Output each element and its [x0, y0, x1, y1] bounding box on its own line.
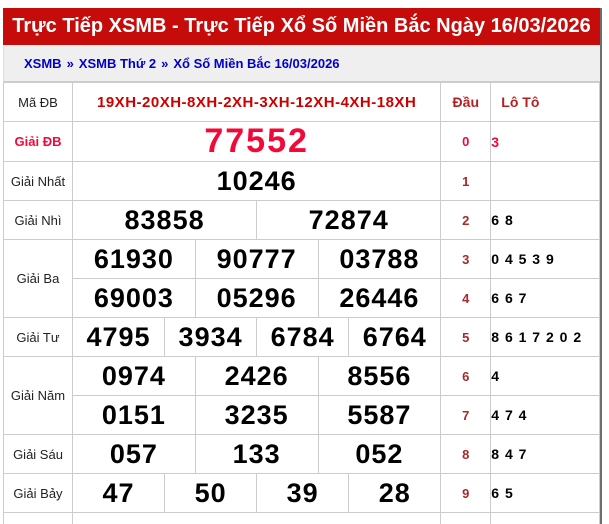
prize-number: 3934 [164, 317, 258, 357]
prize-number: 5587 [317, 395, 442, 435]
dau-digit: 4 [440, 278, 492, 318]
loto-values: 4 7 4 [490, 395, 600, 435]
prize-label: Giải Nhì [3, 200, 73, 240]
prize-row-special: Giải ĐB 77552 0 3 [3, 121, 600, 162]
dau-digit: 8 [440, 434, 492, 474]
prize-row-second: Giải Nhì 83858 72874 2 6 8 [3, 200, 600, 240]
dau-digit: 6 [440, 356, 492, 396]
dau-digit: 9 [440, 473, 492, 513]
loto-column-header: Lô Tô [490, 82, 600, 122]
dau-digit: 0 [440, 121, 492, 162]
partial-cell [440, 512, 492, 524]
loto-values: 4 [490, 356, 600, 396]
loto-values: 8 6 1 7 2 0 2 [490, 317, 600, 357]
prize-row-fourth: Giải Tư 4795 3934 6784 6764 5 8 6 1 7 2 … [3, 317, 600, 357]
prize-number: 61930 [72, 239, 196, 279]
prize-row-fifth-2: 0151 3235 5587 7 4 7 4 [4, 395, 600, 435]
prize-label: Giải ĐB [3, 121, 73, 162]
prize-number: 052 [317, 434, 442, 474]
prize-row-first: Giải Nhất 10246 1 [3, 161, 600, 201]
prize-number: 39 [256, 473, 350, 513]
prize-number: 0151 [72, 395, 196, 435]
page-title: Trực Tiếp XSMB - Trực Tiếp Xổ Số Miền Bắ… [3, 8, 600, 45]
prize-row-third-1: Giải Ba 61930 90777 03788 3 0 4 5 3 9 [3, 239, 600, 318]
dau-digit: 5 [440, 317, 492, 357]
prize-row-seventh: Giải Bảy 47 50 39 28 9 6 5 [3, 473, 600, 513]
prize-number: 133 [194, 434, 319, 474]
prize-label: Giải Bảy [3, 473, 73, 513]
prize-number: 47 [71, 473, 166, 513]
prize-label: Giải Ba [3, 239, 73, 318]
prize-number: 6764 [348, 317, 442, 357]
loto-values [490, 161, 600, 201]
partial-row [3, 512, 600, 524]
results-table: Mã ĐB 19XH-20XH-8XH-2XH-3XH-12XH-4XH-18X… [3, 82, 600, 524]
loto-values: 6 6 7 [490, 278, 600, 318]
prize-number: 83858 [71, 200, 258, 240]
prize-number: 0974 [72, 356, 196, 396]
prize-number: 057 [72, 434, 196, 474]
prize-label: Giải Nhất [3, 161, 73, 201]
prize-number: 26446 [317, 278, 442, 318]
special-code: 19XH-20XH-8XH-2XH-3XH-12XH-4XH-18XH [71, 82, 442, 122]
loto-values: 3 [490, 121, 600, 162]
prize-number: 28 [348, 473, 442, 513]
dau-digit: 2 [440, 200, 492, 240]
loto-values: 6 8 [490, 200, 600, 240]
prize-number: 10246 [71, 161, 442, 201]
prize-number: 6784 [256, 317, 350, 357]
dau-digit: 7 [440, 395, 492, 435]
partial-cell [3, 512, 73, 524]
prize-number: 50 [164, 473, 258, 513]
dau-digit: 1 [440, 161, 492, 201]
prize-number: 3235 [194, 395, 319, 435]
loto-values: 8 4 7 [490, 434, 600, 474]
prize-number: 05296 [194, 278, 319, 318]
dau-digit: 3 [440, 239, 492, 279]
breadcrumb-link-xsmb-thu-2[interactable]: XSMB Thứ 2 [79, 56, 156, 71]
prize-label: Giải Sáu [3, 434, 73, 474]
page-container: Trực Tiếp XSMB - Trực Tiếp Xổ Số Miền Bắ… [3, 8, 602, 524]
breadcrumb-separator: » [161, 56, 169, 71]
prize-number: 69003 [72, 278, 196, 318]
prize-label: Giải Tư [3, 317, 73, 357]
prize-number: 90777 [194, 239, 319, 279]
partial-cell [71, 512, 442, 524]
breadcrumb-link-xsmb[interactable]: XSMB [24, 56, 62, 71]
partial-cell [490, 512, 600, 524]
breadcrumb: XSMB » XSMB Thứ 2 » Xổ Số Miền Bắc 16/03/202… [3, 45, 600, 82]
prize-number: 8556 [317, 356, 442, 396]
table-header-row: Mã ĐB 19XH-20XH-8XH-2XH-3XH-12XH-4XH-18X… [3, 82, 600, 122]
prize-row-sixth: Giải Sáu 057 133 052 8 8 4 7 [3, 434, 600, 474]
ma-db-header: Mã ĐB [3, 82, 73, 122]
breadcrumb-link-date[interactable]: Xổ Số Miền Bắc 16/03/2026 [173, 56, 339, 71]
prize-number: 03788 [317, 239, 442, 279]
prize-number: 77552 [71, 121, 442, 162]
prize-row-third-2: 69003 05296 26446 4 6 6 7 [4, 278, 600, 318]
dau-column-header: Đầu [440, 82, 492, 122]
loto-values: 6 5 [490, 473, 600, 513]
prize-number: 2426 [194, 356, 319, 396]
prize-row-fifth-1: Giải Năm 0974 2426 8556 6 4 [3, 356, 600, 435]
loto-values: 0 4 5 3 9 [490, 239, 600, 279]
breadcrumb-separator: » [66, 56, 74, 71]
prize-label: Giải Năm [3, 356, 73, 435]
prize-number: 72874 [256, 200, 442, 240]
prize-number: 4795 [71, 317, 166, 357]
